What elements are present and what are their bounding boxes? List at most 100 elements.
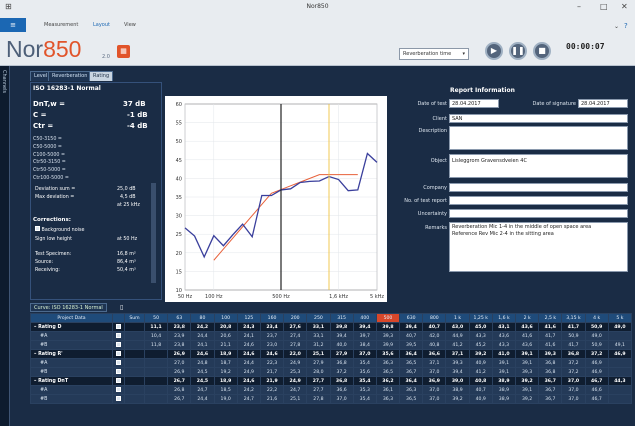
column-header[interactable]: 100 [213, 313, 238, 323]
date-of-signature-field[interactable]: 28.04.2017 [578, 99, 628, 108]
chart-background [165, 96, 387, 302]
mode-select[interactable]: Reverberation time ▾ [399, 48, 469, 60]
client-field[interactable]: SAN [449, 114, 628, 123]
column-header[interactable]: 63 [167, 313, 192, 323]
table-cell: 25,1 [283, 394, 308, 404]
channels-side-tab[interactable]: Channels [0, 66, 10, 426]
tab-rating[interactable]: Rating [89, 71, 114, 81]
table-cell: 37,1 [445, 349, 470, 359]
row-checkbox[interactable] [112, 385, 125, 395]
column-header[interactable]: 160 [259, 313, 285, 323]
column-header[interactable]: 3,15 k [561, 313, 586, 323]
object-field[interactable]: Lisleggrom Gravensdveien 4C [449, 154, 628, 178]
remarks-field[interactable]: Reverberation Mic 1-4 in the middle of o… [449, 222, 628, 272]
minimize-icon[interactable]: – [577, 2, 581, 12]
column-header[interactable]: 125 [236, 313, 261, 323]
row-checkbox[interactable] [112, 340, 125, 350]
column-header[interactable]: 80 [190, 313, 215, 323]
table-cell: 24,4 [236, 358, 261, 368]
table-cell: 35,6 [352, 367, 377, 377]
stop-button[interactable]: ■ [533, 42, 551, 60]
table-row[interactable]: – Rating DnT 26,7 24,5 18,9 24,6 21,9 24,9 27,7… [30, 376, 632, 386]
deviation-sum-value: 25,0 dB [117, 187, 136, 192]
table-cell: 24,7 [190, 385, 215, 395]
column-header[interactable]: 200 [283, 313, 308, 323]
table-cell: 23,4 [259, 322, 285, 332]
column-header[interactable]: Sum [124, 313, 145, 323]
table-row[interactable]: – Rating D 11,1 23,8 24,2 20,8 24,3 23,4 27,6 33… [30, 322, 632, 332]
column-header[interactable]: 5 k [607, 313, 632, 323]
date-of-test-field[interactable]: 28.04.2017 [449, 99, 499, 108]
column-header[interactable]: 800 [422, 313, 447, 323]
tab-reverberation[interactable]: Reverberation [48, 71, 92, 81]
column-header[interactable]: 2 k [514, 313, 540, 323]
remarks-label: Remarks [425, 225, 447, 231]
description-field[interactable] [449, 126, 628, 150]
row-checkbox[interactable] [112, 358, 125, 368]
panel-scrollbar[interactable] [151, 183, 156, 283]
table-row[interactable]: – Rating R' 26,9 24,6 18,9 24,6 24,6 22,0 25,1 2… [30, 349, 632, 359]
close-icon[interactable]: ✕ [621, 2, 628, 12]
table-cell: 42,0 [422, 331, 447, 341]
column-header[interactable]: 4 k [584, 313, 609, 323]
table-cell: 38,9 [491, 394, 517, 404]
rating-chart: 6055504540353025201510 50 Hz 100 Hz 500 Hz… [165, 96, 387, 302]
menu-measurement[interactable]: Measurement [44, 22, 78, 28]
chevron-down-icon[interactable]: ⌄ [614, 22, 619, 32]
row-checkbox[interactable] [112, 349, 125, 359]
table-row[interactable]: #B 26,9 24,5 19,2 24,9 21,7 25,3 28,0 37,2 35,6 36… [30, 367, 632, 377]
table-cell: 39,5 [399, 340, 424, 350]
row-checkbox[interactable] [112, 331, 125, 341]
column-header[interactable]: 630 [399, 313, 424, 323]
menu-layout[interactable]: Layout [93, 22, 110, 28]
help-icon[interactable]: ? [624, 21, 628, 31]
background-noise-option[interactable]: Background noise [35, 226, 84, 233]
table-cell: 45,2 [468, 340, 493, 350]
table-row[interactable]: #B 26,7 24,4 19,0 24,7 21,6 25,1 27,8 37,0 35,4 36… [30, 394, 632, 404]
menu-view[interactable]: View [124, 22, 136, 28]
column-header[interactable]: 1,25 k [468, 313, 493, 323]
table-cell: 40,0 [329, 340, 354, 350]
table-row[interactable]: #A 27,0 24,8 18,7 24,4 22,3 24,9 27,9 36,8 35,4 36… [30, 358, 632, 368]
row-checkbox[interactable] [112, 376, 125, 386]
table-row[interactable]: #A 26,8 24,7 18,5 24,2 22,2 24,7 27,7 36,6 35,3 36… [30, 385, 632, 395]
row-checkbox[interactable] [112, 367, 125, 377]
column-header[interactable]: 250 [306, 313, 331, 323]
company-label: Company [423, 185, 447, 191]
column-header[interactable]: 1,6 k [491, 313, 517, 323]
table-cell: 36,4 [399, 349, 424, 359]
column-header[interactable]: 50 [143, 313, 169, 323]
table-row[interactable]: #B 11,8 23,8 24,1 21,1 24,6 23,0 27,8 31,2 40,0 38… [30, 340, 632, 350]
row-checkbox[interactable] [112, 322, 125, 332]
table-cell: 43,3 [468, 331, 493, 341]
table-cell: 43,0 [445, 322, 470, 332]
table-row[interactable]: #A 10,4 23,9 24,4 20,6 24,1 23,7 27,4 33,1 39,4 39… [30, 331, 632, 341]
curve-tab[interactable]: Curve: ISO 16283-1 Normal [30, 303, 107, 312]
table-cell: 43,6 [491, 331, 517, 341]
table-cell: 24,6 [190, 349, 215, 359]
column-header[interactable]: 1 k [445, 313, 470, 323]
table-cell [143, 394, 169, 404]
column-header[interactable]: 2,5 k [538, 313, 563, 323]
background-noise-checkbox[interactable] [35, 226, 40, 231]
maximize-icon[interactable]: □ [600, 2, 608, 12]
column-header[interactable]: 315 [329, 313, 354, 323]
table-cell: 36,7 [538, 394, 563, 404]
document-icon[interactable]: ▯ [120, 304, 123, 311]
company-field[interactable] [449, 183, 628, 192]
row-checkbox[interactable] [112, 394, 125, 404]
table-cell: 36,5 [399, 394, 424, 404]
table-cell: 39,2 [445, 394, 470, 404]
column-header[interactable]: 400 [352, 313, 377, 323]
uncertainty-field[interactable] [449, 209, 628, 218]
row-label: – Rating D [30, 322, 113, 332]
table-cell: 39,2 [514, 376, 540, 386]
file-menu-button[interactable]: ≡ [0, 18, 26, 32]
report-number-field[interactable] [449, 196, 628, 205]
play-button[interactable]: ▶ [485, 42, 503, 60]
y-tick-label: 60 [176, 102, 182, 108]
pause-button[interactable]: ❚❚ [509, 42, 527, 60]
column-header-project[interactable]: Project Data [30, 313, 113, 323]
column-header[interactable]: 500 [375, 313, 401, 323]
column-header[interactable] [112, 313, 125, 323]
